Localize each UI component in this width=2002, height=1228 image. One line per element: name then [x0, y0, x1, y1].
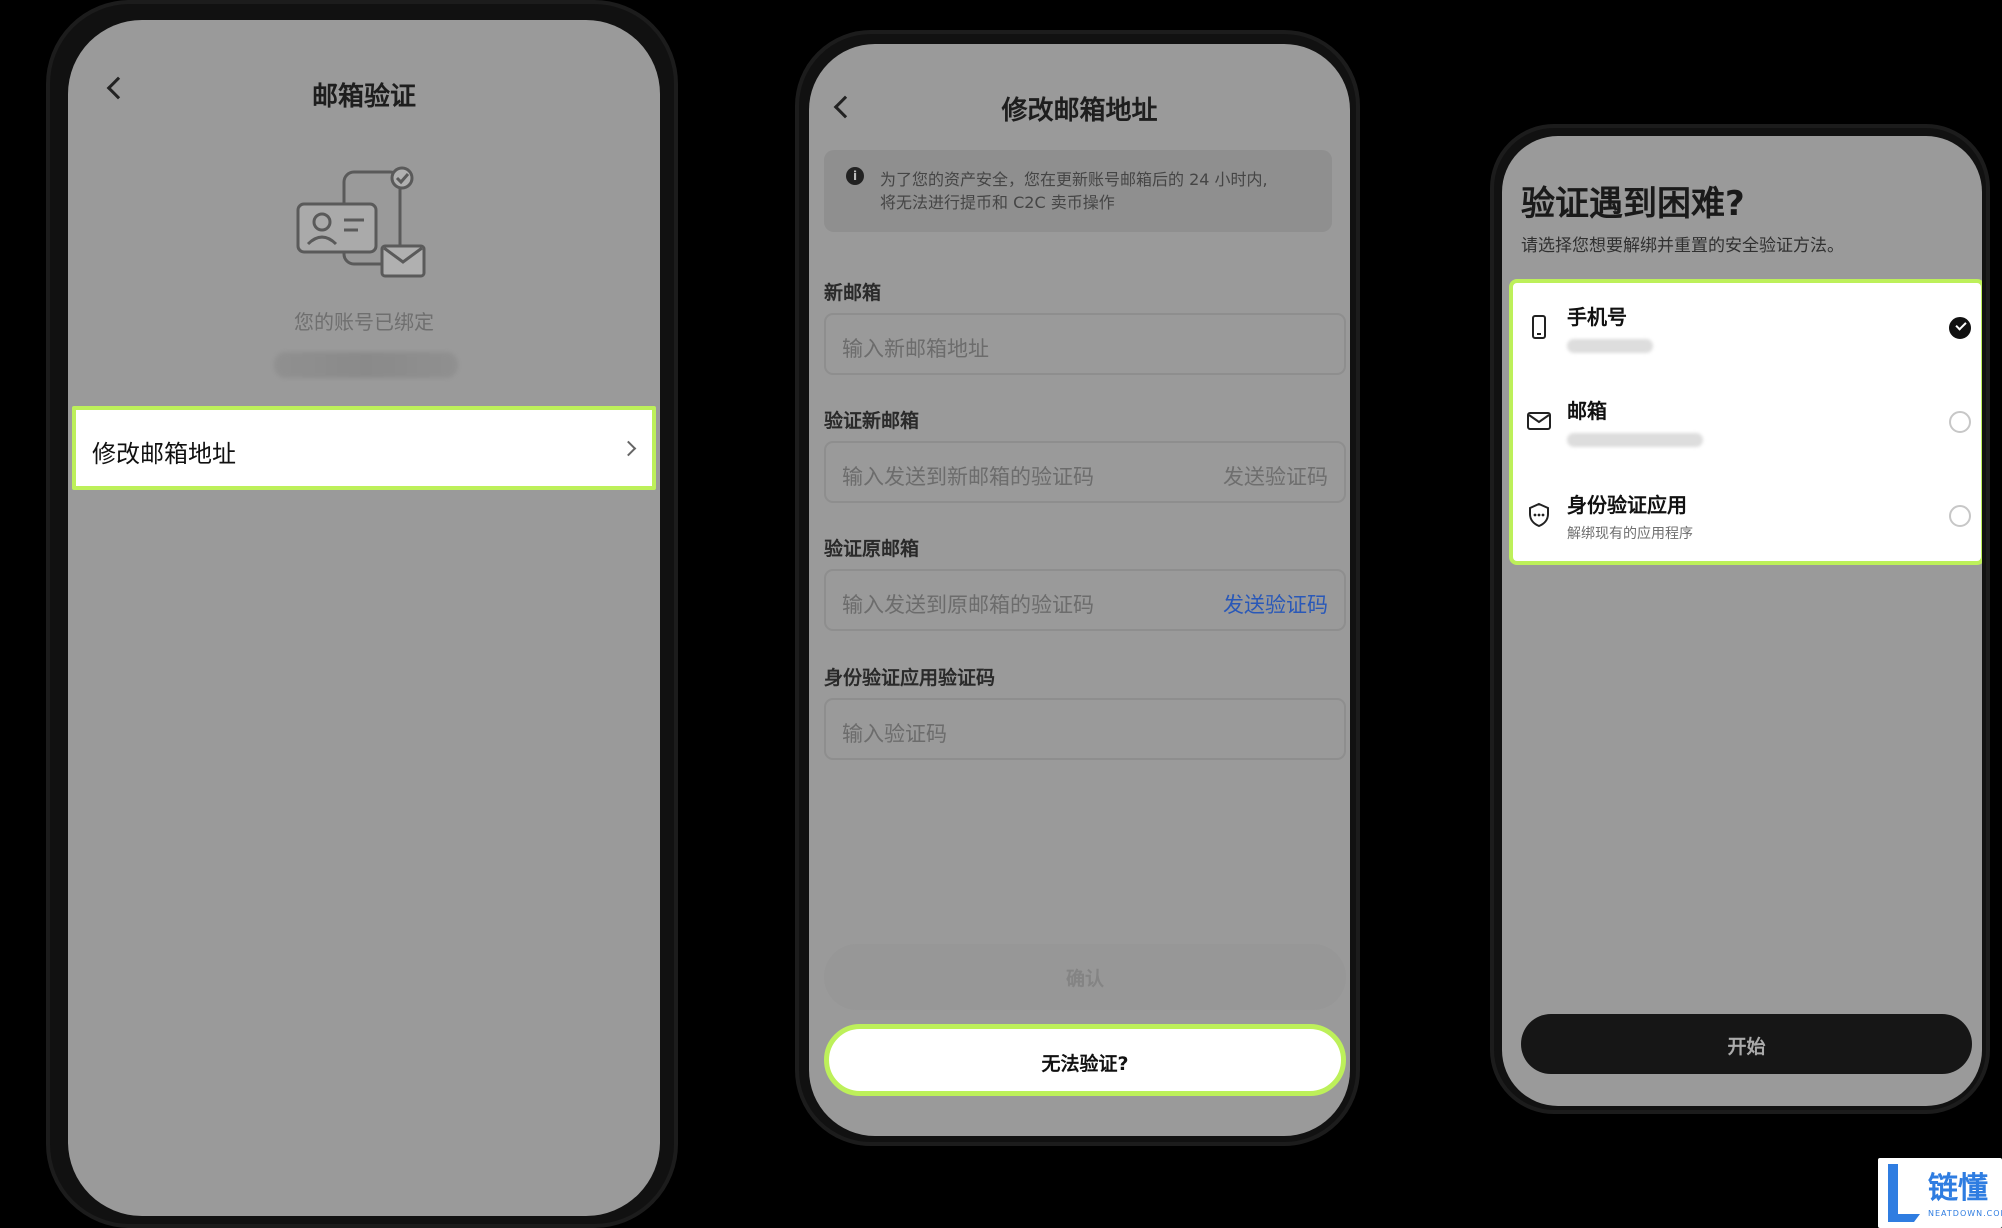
watermark-domain-text: NEATDOWN.COM — [1928, 1209, 2002, 1218]
security-notice: i 为了您的资产安全，您在更新账号邮箱后的 24 小时内, 将无法进行提币和 C… — [824, 150, 1332, 232]
verify-new-email-input[interactable]: 输入发送到新邮箱的验证码 发送验证码 — [824, 441, 1346, 503]
watermark-mark-icon: 链懂 NEATDOWN.COM — [1888, 1164, 2002, 1222]
new-email-placeholder: 输入新邮箱地址 — [842, 337, 989, 361]
verification-method-list: 手机号 邮箱 身份验证应用 解绑现有的应用程序 — [1509, 279, 1982, 565]
auth-app-code-placeholder: 输入验证码 — [842, 722, 947, 746]
option-email-label: 邮箱 — [1567, 399, 1607, 423]
option-email[interactable]: 邮箱 — [1513, 377, 1981, 471]
verify-old-email-placeholder: 输入发送到原邮箱的验证码 — [842, 593, 1094, 617]
chevron-right-icon — [620, 440, 637, 457]
page-title: 邮箱验证 — [311, 82, 416, 112]
watermark-logo: 链懂 NEATDOWN.COM — [1878, 1158, 2002, 1228]
new-email-label: 新邮箱 — [824, 282, 882, 304]
screen-change-email: 修改邮箱地址 i 为了您的资产安全，您在更新账号邮箱后的 24 小时内, 将无法… — [809, 44, 1350, 1136]
auth-app-code-input[interactable]: 输入验证码 — [824, 698, 1346, 760]
auth-app-code-label: 身份验证应用验证码 — [824, 667, 996, 689]
screen-verification-difficulty: 验证遇到困难? 请选择您想要解绑并重置的安全验证方法。 手机号 邮箱 身份验证应… — [1502, 136, 1982, 1106]
option-auth-app-label: 身份验证应用 — [1567, 493, 1687, 517]
verify-new-email-label: 验证新邮箱 — [824, 410, 920, 432]
watermark-brand-text: 链懂 — [1928, 1171, 1988, 1206]
send-code-new-email-button[interactable]: 发送验证码 — [1223, 461, 1328, 491]
phone-icon — [1532, 315, 1546, 339]
masked-email — [274, 352, 458, 378]
notice-line: 将无法进行提币和 C2C 卖币操作 — [880, 193, 1115, 212]
account-bound-illustration-icon — [296, 166, 426, 278]
start-label: 开始 — [1727, 1036, 1766, 1058]
page-subtitle: 请选择您想要解绑并重置的安全验证方法。 — [1521, 236, 1844, 256]
verify-new-email-placeholder: 输入发送到新邮箱的验证码 — [842, 465, 1094, 489]
notice-line: 为了您的资产安全，您在更新账号邮箱后的 24 小时内, — [880, 170, 1268, 189]
option-auth-app[interactable]: 身份验证应用 解绑现有的应用程序 — [1513, 471, 1981, 565]
phone-change-email: 修改邮箱地址 i 为了您的资产安全，您在更新账号邮箱后的 24 小时内, 将无法… — [795, 30, 1360, 1146]
option-phone[interactable]: 手机号 — [1513, 283, 1981, 377]
new-email-input[interactable]: 输入新邮箱地址 — [824, 313, 1346, 375]
composite-canvas: 邮箱验证 您的账号已绑定 修改邮箱地址 修改邮箱地址 i 为了您的资产安全，您在… — [0, 0, 2002, 1228]
change-email-row[interactable]: 修改邮箱地址 — [72, 406, 656, 490]
radio-unselected-icon[interactable] — [1949, 411, 1971, 433]
phone-email-verification: 邮箱验证 您的账号已绑定 修改邮箱地址 — [46, 0, 678, 1228]
shield-icon — [1529, 502, 1549, 528]
screen-email-verification: 邮箱验证 您的账号已绑定 修改邮箱地址 — [68, 20, 660, 1216]
verify-old-email-input[interactable]: 输入发送到原邮箱的验证码 发送验证码 — [824, 569, 1346, 631]
option-auth-app-subtext: 解绑现有的应用程序 — [1567, 526, 1693, 542]
checkmark-icon — [1955, 319, 1967, 331]
mail-icon — [1527, 412, 1551, 430]
option-phone-label: 手机号 — [1567, 305, 1627, 329]
phone-verification-difficulty: 验证遇到困难? 请选择您想要解绑并重置的安全验证方法。 手机号 邮箱 身份验证应… — [1490, 124, 1990, 1114]
confirm-label: 确认 — [1065, 968, 1104, 990]
cannot-verify-label: 无法验证? — [1041, 1053, 1129, 1075]
masked-email-address — [1567, 433, 1703, 447]
cannot-verify-button[interactable]: 无法验证? — [824, 1024, 1346, 1096]
info-icon: i — [846, 167, 864, 185]
masked-phone-number — [1567, 339, 1653, 353]
start-button[interactable]: 开始 — [1521, 1014, 1972, 1074]
page-title: 修改邮箱地址 — [1001, 96, 1158, 126]
radio-selected-icon[interactable] — [1949, 317, 1971, 339]
bound-status-text: 您的账号已绑定 — [294, 310, 434, 334]
send-code-old-email-button[interactable]: 发送验证码 — [1223, 589, 1328, 619]
verify-old-email-label: 验证原邮箱 — [824, 538, 920, 560]
page-title: 验证遇到困难? — [1521, 184, 1745, 224]
confirm-button[interactable]: 确认 — [824, 944, 1346, 1010]
radio-unselected-icon[interactable] — [1949, 505, 1971, 527]
change-email-label: 修改邮箱地址 — [92, 440, 236, 468]
